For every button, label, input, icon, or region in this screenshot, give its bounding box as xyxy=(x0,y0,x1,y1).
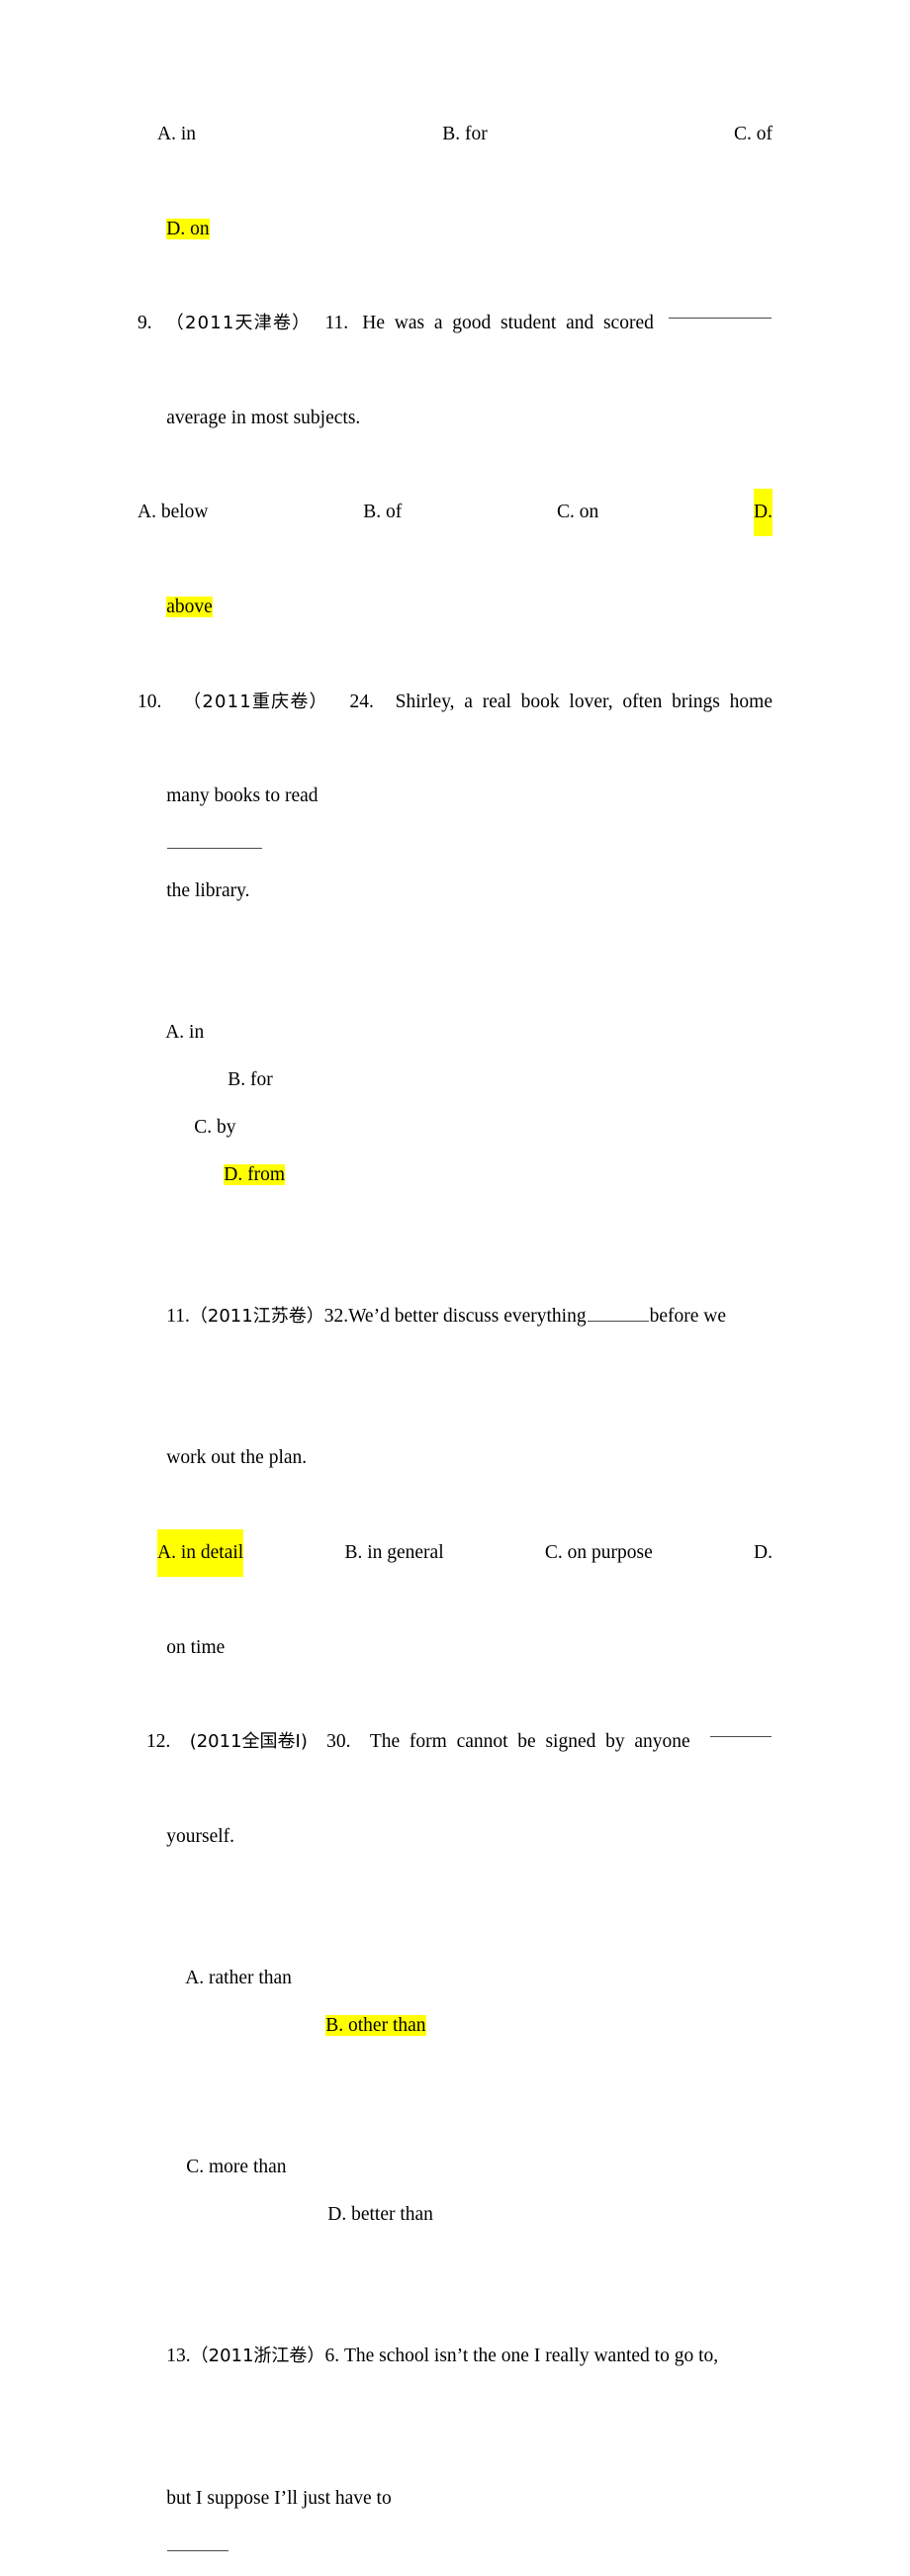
answer-blank xyxy=(167,2532,229,2551)
q9-stem-line1: 9. （2011天津卷） 11. He was a good student a… xyxy=(137,300,773,347)
q11-stem-line1: 11.（2011江苏卷）32.We’d better discuss every… xyxy=(137,1245,773,1387)
q11-item-number: 32. xyxy=(323,1305,349,1327)
q11-source: （2011江苏卷） xyxy=(189,1305,324,1327)
q10-options-row: A. in B. for C. by D. from xyxy=(137,962,773,1245)
q8-options-row: A. in B. for C. of xyxy=(137,111,773,158)
q10-stem-text: Shirley, a real book lover, often brings… xyxy=(395,690,773,712)
option-b: B. for xyxy=(228,1068,273,1090)
q9-stem-line2: average in most subjects. xyxy=(137,347,773,489)
document-body: A. in B. for C. of D. on 9. （2011天津卷） 11… xyxy=(137,111,773,2576)
q12-source: (2011全国卷I) xyxy=(189,1731,308,1753)
q12-number: 12. xyxy=(146,1731,171,1753)
document-page: A. in B. for C. of D. on 9. （2011天津卷） 11… xyxy=(0,0,910,2551)
q9-options-row: A. below B. of C. on D. xyxy=(137,489,773,537)
q12-stem-line2: yourself. xyxy=(137,1766,773,1907)
option-a: A. rather than xyxy=(185,1968,292,1989)
option-d-highlighted: D. xyxy=(754,489,773,537)
option-a: A. in xyxy=(165,1022,205,1044)
q10-source: （2011重庆卷） xyxy=(183,690,328,712)
option-a-highlighted: A. in detail xyxy=(157,1528,244,1577)
option-c: C. by xyxy=(194,1116,236,1138)
q13-number: 13. xyxy=(166,2346,191,2367)
q10-stem-line1: 10. （2011重庆卷） 24. Shirley, a real book l… xyxy=(137,679,773,726)
q11-options-row: A. in detail B. in general C. on purpose… xyxy=(137,1528,773,1577)
q10-stem-line2: many books to read the library. xyxy=(137,725,773,962)
q9-source: （2011天津卷） xyxy=(165,313,312,334)
q11-stem-text-2: work out the plan. xyxy=(166,1447,308,1469)
q12-item-number: 30. xyxy=(326,1731,351,1753)
option-d: D. xyxy=(754,1541,773,1563)
q12-options-row-1: A. rather than B. other than xyxy=(137,1907,773,2096)
q13-stem-text: The school isn’t the one I really wanted… xyxy=(343,2346,719,2367)
answer-blank xyxy=(710,1718,772,1738)
option-b-highlighted: B. other than xyxy=(325,2014,426,2036)
q12-stem-line1: 12. (2011全国卷I) 30. The form cannot be si… xyxy=(137,1718,773,1766)
option-c: C. on xyxy=(557,502,599,523)
q9-options-wrap: above xyxy=(137,536,773,678)
option-c: C. on purpose xyxy=(544,1541,653,1563)
q13-source: （2011浙江卷） xyxy=(190,2346,325,2367)
q12-stem-text: The form cannot be signed by anyone xyxy=(369,1731,690,1753)
option-b: B. for xyxy=(442,124,488,144)
q10-stem-text-2a: many books to read xyxy=(166,785,318,807)
answer-blank xyxy=(167,830,263,849)
q12-stem-text-2: yourself. xyxy=(166,1825,235,1847)
q11-stem-text: We’d better discuss everything xyxy=(348,1305,587,1327)
option-d-continuation: above xyxy=(166,596,213,617)
answer-blank xyxy=(587,1303,649,1322)
option-b: B. in general xyxy=(344,1541,444,1563)
q9-stem-text: He was a good student and scored xyxy=(362,313,654,334)
option-a: A. below xyxy=(137,502,209,523)
answer-blank xyxy=(669,300,772,320)
q10-stem-text-2b: the library. xyxy=(166,879,250,901)
option-d-highlighted: D. on xyxy=(166,218,210,239)
q9-stem-text-2: average in most subjects. xyxy=(166,407,361,428)
option-c: C. of xyxy=(734,124,773,144)
q12-options-row-2: C. more than D. better than xyxy=(137,2096,773,2285)
q11-stem-line2: work out the plan. xyxy=(137,1388,773,1529)
q11-options-wrap: on time xyxy=(137,1577,773,1718)
q11-stem-text-b: before we xyxy=(649,1305,726,1327)
option-d-continuation: on time xyxy=(166,1636,226,1658)
q13-item-number: 6. xyxy=(324,2346,340,2367)
q13-stem-line2: but I suppose I’ll just have to it. xyxy=(137,2428,773,2576)
option-b: B. of xyxy=(363,502,403,523)
option-d: D. better than xyxy=(327,2204,433,2226)
q8-options-wrap: D. on xyxy=(137,158,773,300)
q11-number: 11. xyxy=(166,1305,190,1327)
q9-number: 9. xyxy=(137,313,152,334)
q10-number: 10. xyxy=(137,690,162,712)
option-d-highlighted: D. from xyxy=(224,1163,285,1185)
q13-stem-line1: 13.（2011浙江卷）6. The school isn’t the one … xyxy=(137,2286,773,2428)
option-c: C. more than xyxy=(186,2157,287,2178)
q13-stem-text-2a: but I suppose I’ll just have to xyxy=(166,2487,392,2509)
q10-item-number: 24. xyxy=(349,690,374,712)
option-a: A. in xyxy=(157,124,196,144)
q9-item-number: 11. xyxy=(324,313,349,334)
